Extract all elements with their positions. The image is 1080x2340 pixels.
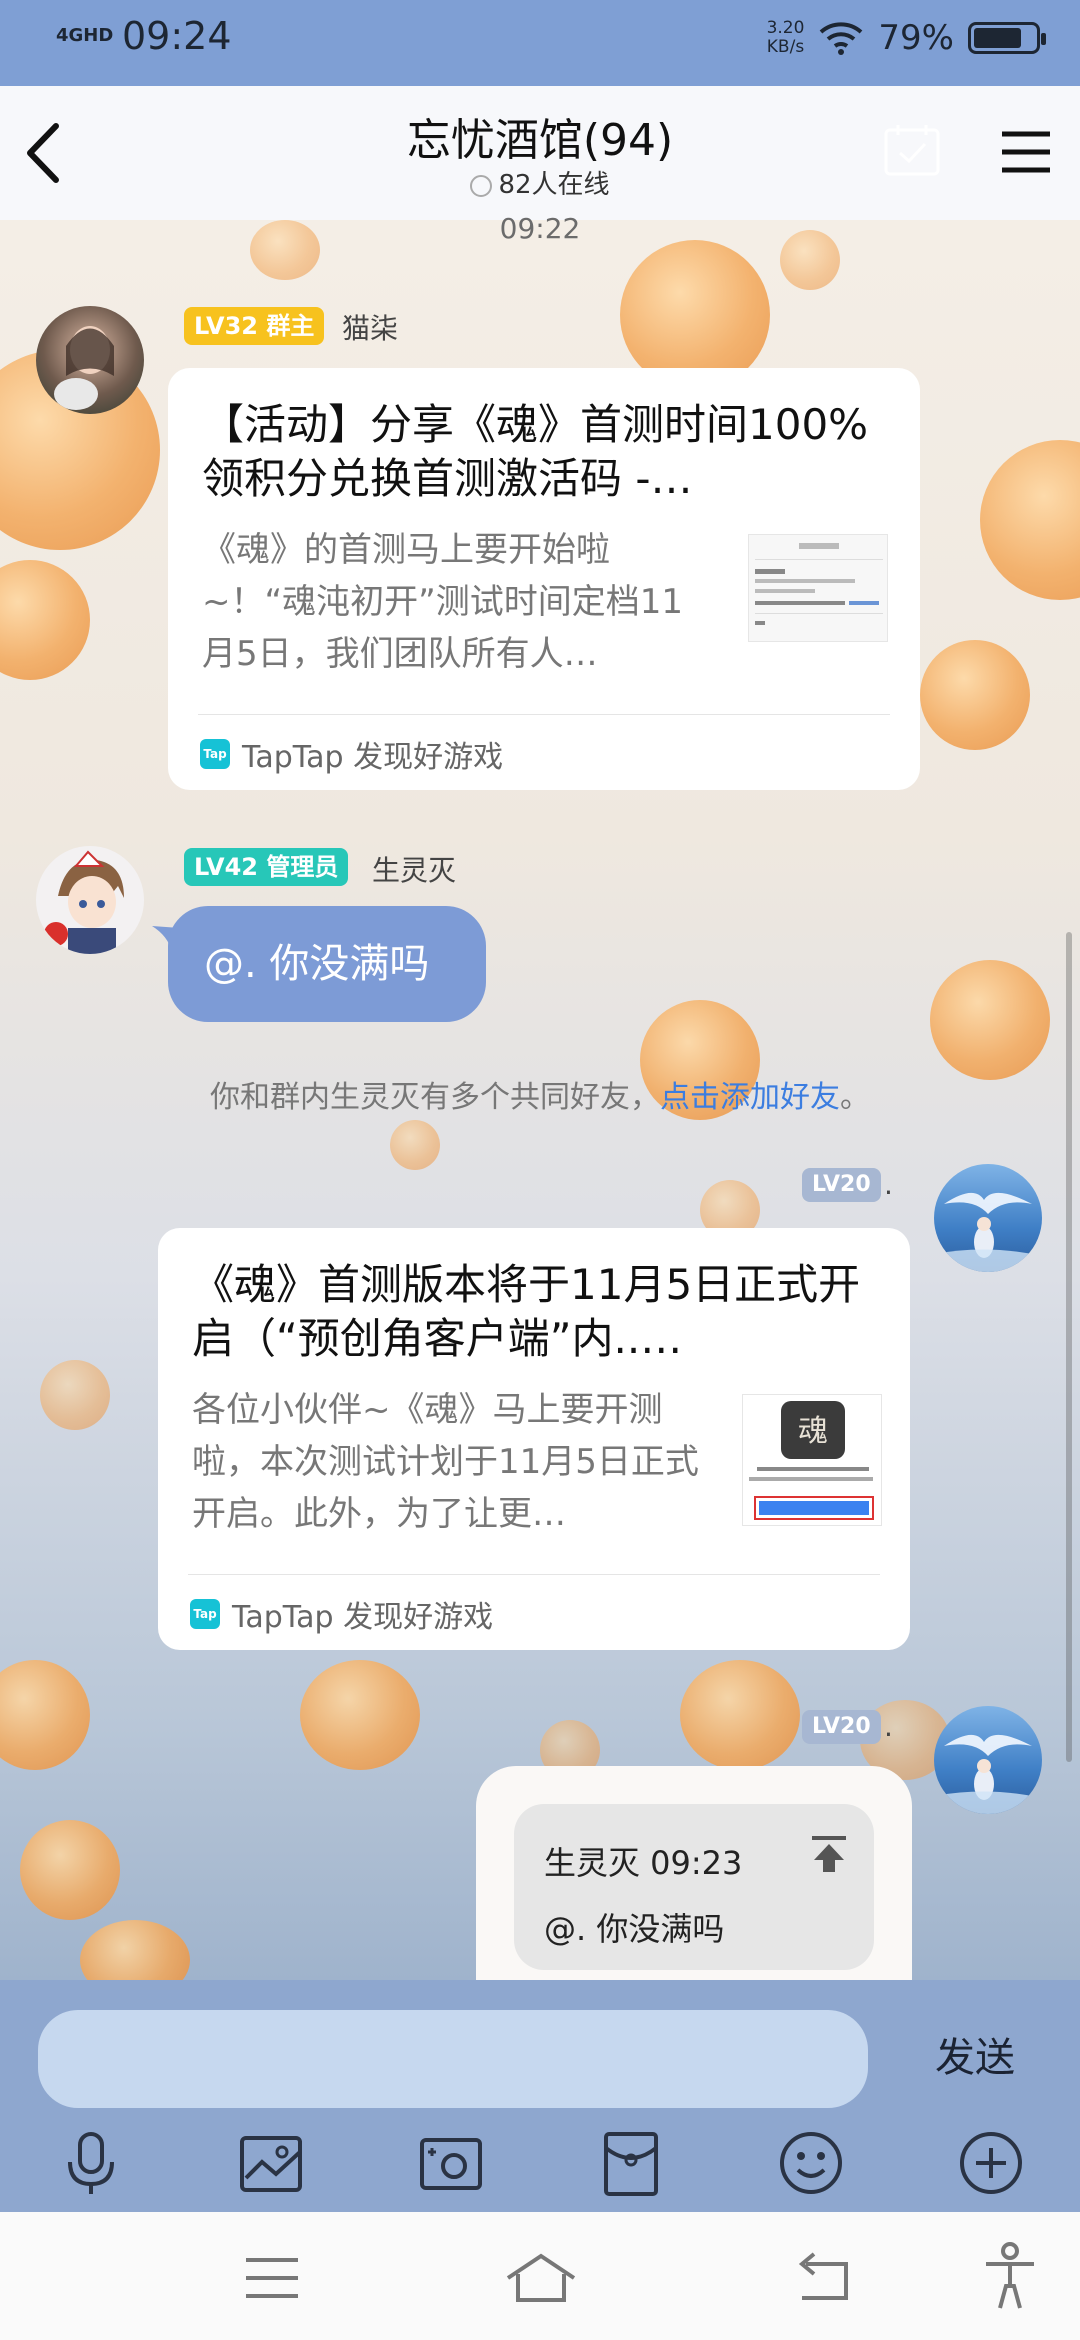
avatar[interactable]	[934, 1164, 1042, 1272]
card-divider	[188, 1574, 880, 1575]
sender-nickname[interactable]: .	[884, 1168, 893, 1201]
avatar[interactable]	[934, 1706, 1042, 1814]
card-source: Tap TapTap 发现好游戏	[200, 732, 503, 776]
status-time: 09:24	[122, 14, 232, 58]
online-status-icon	[470, 174, 493, 197]
battery-icon	[968, 22, 1046, 54]
avatar-illustration	[934, 1192, 1042, 1272]
sender-nickname[interactable]: 生灵灭	[372, 849, 456, 889]
avatar[interactable]	[36, 846, 144, 954]
sender-nickname[interactable]: 猫柒	[342, 307, 398, 347]
wifi-icon	[820, 22, 863, 55]
tip-suffix: 。	[840, 1080, 870, 1115]
card-thumbnail	[748, 534, 888, 642]
chat-scrollbar[interactable]	[1066, 932, 1072, 1762]
card-title: 《魂》首测版本将于11月5日正式开启（“预创角客户端”内..…	[192, 1260, 861, 1363]
pin-top-icon[interactable]	[810, 1834, 848, 1874]
sender-nickname[interactable]: .	[884, 1710, 893, 1743]
nav-menu-icon[interactable]	[240, 2250, 304, 2306]
badge-level: LV42	[194, 853, 258, 881]
send-button[interactable]: 发送	[900, 2026, 1050, 2090]
battery-percent: 79%	[878, 18, 954, 58]
taptap-logo-icon: Tap	[200, 739, 230, 769]
speed-value: 3.20	[766, 18, 805, 38]
level-badge: LV32 群主	[184, 307, 325, 345]
nav-back-icon[interactable]	[792, 2250, 856, 2306]
share-card[interactable]: 【活动】分享《魂》首测时间100%领积分兑换首测激活码 -… 《魂》的首测马上要…	[168, 368, 920, 790]
red-packet-icon[interactable]	[596, 2128, 666, 2198]
source-label: TapTap 发现好游戏	[242, 740, 504, 775]
speed-unit: KB/s	[766, 37, 805, 57]
online-count-text: 82人在线	[498, 170, 610, 200]
card-description: 《魂》的首测马上要开始啦~！“魂沌初开”测试时间定档11月5日，我们团队所有人…	[202, 530, 683, 674]
quote-text: @. 你没满吗	[544, 1910, 725, 1948]
card-title: 【活动】分享《魂》首测时间100%领积分兑换首测激活码 -…	[202, 400, 869, 503]
card-thumbnail: 魂	[742, 1394, 882, 1526]
add-friend-tip: 你和群内生灵灭有多个共同好友，点击添加好友。	[0, 1072, 1080, 1116]
network-speed: 3.20 KB/s	[767, 19, 805, 57]
avatar-illustration	[934, 1734, 1042, 1814]
accessibility-icon[interactable]	[982, 2242, 1038, 2312]
calendar-check-icon[interactable]	[884, 124, 940, 176]
system-nav-bar	[0, 2212, 1080, 2340]
badge-role: 群主	[266, 312, 315, 340]
status-bar: 4GHD 09:24 3.20 KB/s 79%	[0, 0, 1080, 86]
message-input[interactable]	[38, 2010, 868, 2108]
card-divider	[198, 714, 890, 715]
taptap-logo-icon: Tap	[190, 1599, 220, 1629]
image-icon[interactable]	[236, 2128, 306, 2198]
badge-level: LV32	[194, 312, 258, 340]
reply-message-bubble[interactable]: 生灵灭 09:23 @. 你没满吗	[476, 1766, 912, 1980]
card-description: 各位小伙伴~《魂》马上要开测啦，本次测试计划于11月5日正式开启。此外，为了让更…	[192, 1390, 699, 1534]
level-badge: LV42 管理员	[184, 848, 349, 886]
mic-icon[interactable]	[56, 2128, 126, 2198]
quote-author-time: 生灵灭 09:23	[544, 1844, 743, 1882]
avatar[interactable]	[36, 306, 144, 414]
share-card[interactable]: 《魂》首测版本将于11月5日正式开启（“预创角客户端”内..… 各位小伙伴~《魂…	[158, 1228, 910, 1650]
network-indicator: 4GHD	[56, 25, 114, 46]
message-bubble[interactable]: @. 你没满吗	[168, 906, 486, 1022]
nav-home-icon[interactable]	[504, 2250, 578, 2306]
avatar-photo	[54, 326, 114, 410]
input-area: 发送	[0, 1980, 1080, 2212]
message-timestamp: 09:22	[499, 212, 581, 245]
source-label: TapTap 发现好游戏	[232, 1600, 494, 1635]
quoted-message[interactable]: 生灵灭 09:23 @. 你没满吗	[514, 1804, 874, 1970]
emoji-icon[interactable]	[776, 2128, 846, 2198]
avatar-illustration	[44, 850, 124, 954]
tip-text: 你和群内生灵灭有多个共同好友，	[210, 1080, 660, 1115]
menu-icon[interactable]	[1000, 130, 1052, 174]
chat-header: 忘忧酒馆(94) 82人在线	[0, 86, 1080, 220]
camera-icon[interactable]	[416, 2128, 486, 2198]
badge-role: 管理员	[266, 853, 339, 881]
plus-icon[interactable]	[956, 2128, 1026, 2198]
add-friend-link[interactable]: 点击添加好友	[660, 1080, 840, 1115]
level-badge: LV20	[802, 1710, 881, 1744]
svg-text:魂: 魂	[798, 1414, 828, 1449]
level-badge: LV20	[802, 1168, 881, 1202]
card-source: Tap TapTap 发现好游戏	[190, 1592, 493, 1636]
